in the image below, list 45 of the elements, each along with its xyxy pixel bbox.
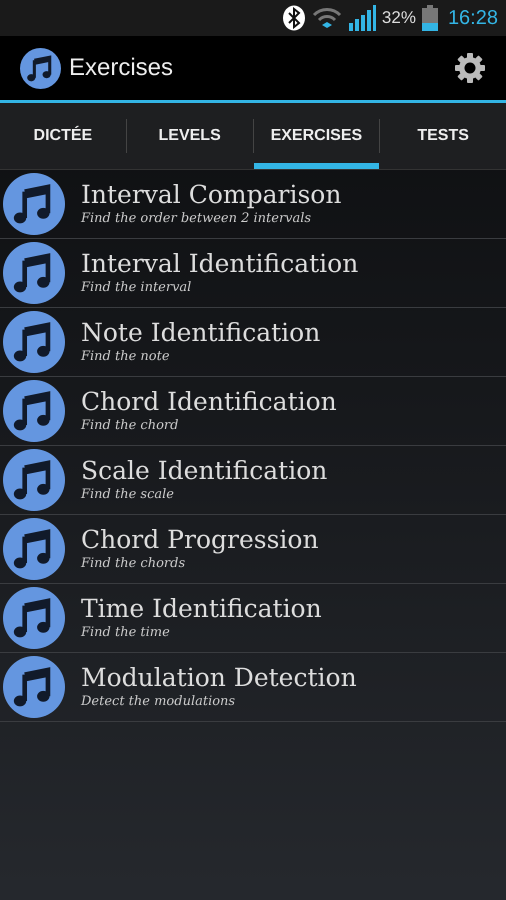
music-note-icon (3, 518, 65, 580)
exercise-item[interactable]: Chord Progression Find the chords (0, 515, 506, 584)
exercise-description: Find the note (81, 348, 171, 366)
exercise-title: Note Identification (81, 318, 320, 348)
signal-icon (348, 5, 376, 31)
music-note-icon (3, 380, 65, 442)
exercise-item[interactable]: Chord Identification Find the chord (0, 377, 506, 446)
music-note-icon (3, 449, 65, 511)
exercise-title: Modulation Detection (81, 663, 357, 693)
exercise-description: Find the order between 2 intervals (81, 210, 312, 228)
exercise-title: Chord Progression (81, 525, 319, 555)
wifi-icon (312, 6, 342, 30)
music-note-icon (3, 587, 65, 649)
exercise-description: Detect the modulations (81, 693, 236, 711)
exercise-item[interactable]: Modulation Detection Detect the modulations (0, 653, 506, 722)
exercise-title: Time Identification (81, 594, 322, 624)
exercise-title: Interval Comparison (81, 180, 342, 210)
app-title: Exercises (69, 53, 174, 83)
exercise-description: Find the chords (81, 555, 186, 573)
tab[interactable]: DICTÉE (0, 103, 126, 169)
exercise-description: Find the chord (81, 417, 180, 435)
exercise-title: Chord Identification (81, 387, 337, 417)
tab[interactable]: EXERCISES (254, 103, 380, 169)
clock: 16:28 (448, 6, 498, 31)
bluetooth-icon (282, 5, 306, 31)
music-note-icon (3, 656, 65, 718)
exercise-item[interactable]: Scale Identification Find the scale (0, 446, 506, 515)
music-note-icon (3, 311, 65, 373)
tab[interactable]: LEVELS (126, 103, 252, 169)
battery-icon (422, 5, 438, 31)
exercise-item[interactable]: Interval Identification Find the interval (0, 239, 506, 308)
exercise-description: Find the scale (81, 486, 175, 504)
exercise-item[interactable]: Interval Comparison Find the order between 2 intervals (0, 170, 506, 239)
tab[interactable]: TESTS (380, 103, 506, 169)
music-note-icon (3, 173, 65, 235)
exercise-title: Interval Identification (81, 249, 358, 279)
app-music-note-icon[interactable] (20, 48, 61, 88)
music-note-icon (3, 242, 65, 304)
exercise-description: Find the interval (81, 279, 192, 297)
settings-icon[interactable] (454, 52, 486, 84)
battery-percentage: 32% (382, 7, 416, 30)
exercise-item[interactable]: Note Identification Find the note (0, 308, 506, 377)
exercise-description: Find the time (81, 624, 171, 642)
exercise-item[interactable]: Time Identification Find the time (0, 584, 506, 653)
exercise-title: Scale Identification (81, 456, 328, 486)
